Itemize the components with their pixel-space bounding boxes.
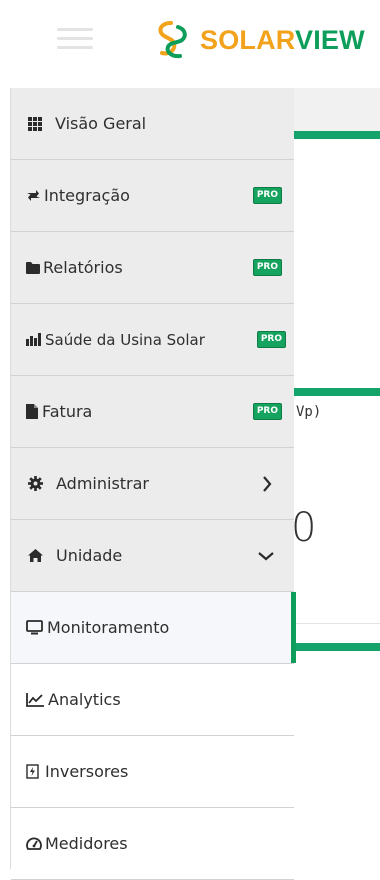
sidebar-item-monitoramento[interactable]: Monitoramento — [11, 592, 296, 664]
menu-toggle-icon[interactable] — [57, 28, 93, 50]
sidebar-item-label: Saúde da Usina Solar — [45, 330, 205, 349]
sidebar-item-label: Medidores — [45, 834, 128, 853]
health-chart-icon — [26, 331, 42, 349]
sidebar-item-administrar[interactable]: Administrar — [11, 448, 294, 520]
card-border — [292, 623, 380, 624]
chevron-right-icon — [262, 475, 272, 492]
sidebar-menu: Visão Geral Integração PRO Relatórios PR… — [10, 88, 296, 880]
solarview-logo-mark-icon — [158, 21, 187, 59]
monitor-icon — [26, 619, 43, 637]
top-bar: SOLARVIEW — [0, 0, 380, 87]
sidebar-item-fatura[interactable]: Fatura PRO — [11, 376, 294, 448]
sidebar-item-label: Relatórios — [43, 258, 123, 277]
gauge-icon — [26, 835, 42, 853]
sidebar-item-saude-usina-solar[interactable]: Saúde da Usina Solar PRO — [11, 304, 294, 376]
gear-icon — [26, 475, 44, 493]
pro-badge: PRO — [256, 331, 286, 348]
home-icon — [26, 547, 44, 565]
sidebar-item-label: Analytics — [48, 690, 121, 709]
grid-icon — [26, 115, 44, 133]
sidebar-item-integracao[interactable]: Integração PRO — [11, 160, 294, 232]
pro-badge: PRO — [252, 187, 282, 204]
content-header-fragment — [290, 88, 380, 132]
pro-badge: PRO — [252, 403, 282, 420]
sidebar-item-visao-geral[interactable]: Visão Geral — [11, 88, 294, 160]
capacity-unit-fragment: Vp) — [296, 404, 322, 420]
sidebar-item-label: Unidade — [56, 546, 123, 565]
card-accent-line — [290, 388, 380, 396]
logo-text: SOLARVIEW — [200, 24, 365, 55]
line-chart-icon — [26, 691, 44, 709]
capacity-value-fragment: 0 — [291, 505, 317, 551]
card-accent-line — [290, 131, 380, 139]
inverter-icon — [26, 763, 39, 781]
sidebar-item-medidores[interactable]: Medidores — [11, 808, 294, 880]
folder-icon — [26, 259, 40, 277]
logo-text-solar: SOLAR — [200, 24, 296, 55]
sidebar-item-label: Inversores — [45, 762, 129, 781]
sidebar-item-label: Administrar — [56, 474, 150, 493]
file-icon — [26, 403, 38, 421]
solarview-logo[interactable]: SOLARVIEW — [150, 18, 365, 62]
exchange-icon — [26, 187, 40, 205]
card-accent-line — [290, 643, 380, 651]
sidebar-item-label: Monitoramento — [47, 618, 170, 637]
sidebar-item-label: Integração — [44, 186, 130, 205]
logo-text-view: VIEW — [295, 24, 365, 55]
sidebar-item-analytics[interactable]: Analytics — [11, 664, 294, 736]
pro-badge: PRO — [252, 259, 282, 276]
sidebar-item-label: Visão Geral — [55, 114, 147, 133]
sidebar-item-inversores[interactable]: Inversores — [11, 736, 294, 808]
chevron-down-icon — [258, 551, 274, 561]
sidebar-item-relatorios[interactable]: Relatórios PRO — [11, 232, 294, 304]
sidebar-item-label: Fatura — [42, 402, 93, 421]
sidebar-item-unidade[interactable]: Unidade — [11, 520, 294, 592]
